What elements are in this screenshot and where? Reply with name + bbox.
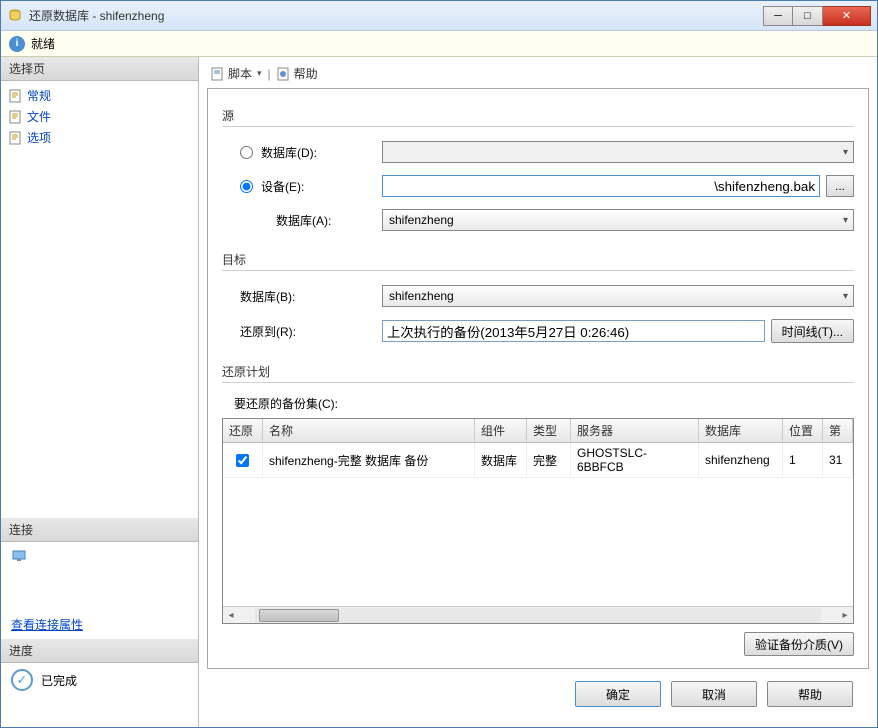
server-icon	[11, 548, 188, 564]
verify-backup-media-button[interactable]: 验证备份介质(V)	[744, 632, 854, 656]
ok-button[interactable]: 确定	[575, 681, 661, 707]
cell-database: shifenzheng	[699, 443, 783, 477]
window-title: 还原数据库 - shifenzheng	[29, 7, 763, 24]
sidebar-connection-header: 连接	[1, 518, 198, 542]
col-component[interactable]: 组件	[475, 419, 527, 442]
page-icon	[9, 89, 23, 103]
grid-body: shifenzheng-完整 数据库 备份 数据库 完整 GHOSTSLC-6B…	[223, 443, 853, 606]
source-database-dropdown[interactable]	[382, 141, 854, 163]
content-panel: 源 数据库(D): 设备(E):	[207, 88, 869, 669]
sidebar-page-list: 常规 文件 选项	[1, 81, 198, 152]
scroll-left-arrow[interactable]: ◂	[223, 608, 239, 623]
table-row[interactable]: shifenzheng-完整 数据库 备份 数据库 完整 GHOSTSLC-6B…	[223, 443, 853, 478]
source-db-label: 数据库(A):	[276, 212, 331, 229]
cell-position: 1	[783, 443, 823, 477]
cell-first: 31	[823, 443, 853, 477]
window-controls: ─ □ ✕	[763, 6, 871, 26]
help-button-footer[interactable]: 帮助	[767, 681, 853, 707]
close-button[interactable]: ✕	[823, 6, 871, 26]
cancel-button[interactable]: 取消	[671, 681, 757, 707]
source-device-radio[interactable]	[240, 180, 253, 193]
help-button[interactable]: 帮助	[277, 65, 318, 82]
col-database[interactable]: 数据库	[699, 419, 783, 442]
browse-device-button[interactable]: ...	[826, 175, 854, 197]
progress-area: ✓ 已完成	[1, 663, 198, 697]
toolbar-separator: |	[268, 67, 271, 81]
restore-to-row: 还原到(R): 时间线(T)...	[222, 319, 854, 343]
dialog-window: 还原数据库 - shifenzheng ─ □ ✕ i 就绪 选择页 常规 文件	[0, 0, 878, 728]
titlebar: 还原数据库 - shifenzheng ─ □ ✕	[1, 1, 877, 31]
script-button[interactable]: 脚本 ▾	[211, 65, 262, 82]
sidebar-item-label: 文件	[27, 108, 51, 125]
target-db-row: 数据库(B): shifenzheng	[222, 285, 854, 307]
grid-header: 还原 名称 组件 类型 服务器 数据库 位置 第	[223, 419, 853, 443]
main-panel: 脚本 ▾ | 帮助 源 数据库(D):	[199, 57, 877, 727]
restore-to-label: 还原到(R):	[240, 323, 296, 340]
status-text: 就绪	[31, 35, 55, 52]
source-group-label: 源	[222, 107, 854, 127]
horizontal-scrollbar[interactable]: ◂ ▸	[223, 606, 853, 623]
backupsets-grid: 还原 名称 组件 类型 服务器 数据库 位置 第 shifenzheng-完整 …	[222, 418, 854, 624]
toolbar: 脚本 ▾ | 帮助	[207, 63, 869, 88]
page-icon	[9, 131, 23, 145]
app-icon	[7, 8, 23, 24]
source-db-dropdown[interactable]: shifenzheng	[382, 209, 854, 231]
backupsets-label: 要还原的备份集(C):	[234, 395, 854, 412]
script-icon	[211, 67, 225, 81]
target-db-dropdown[interactable]: shifenzheng	[382, 285, 854, 307]
info-icon: i	[9, 36, 25, 52]
cell-name: shifenzheng-完整 数据库 备份	[263, 443, 475, 477]
col-restore[interactable]: 还原	[223, 419, 263, 442]
cell-component: 数据库	[475, 443, 527, 477]
col-first[interactable]: 第	[823, 419, 853, 442]
restore-to-input	[382, 320, 765, 342]
device-path-input[interactable]	[382, 175, 820, 197]
source-device-label: 设备(E):	[261, 178, 304, 195]
target-group-label: 目标	[222, 251, 854, 271]
status-bar: i 就绪	[1, 31, 877, 57]
cell-server: GHOSTSLC-6BBFCB	[571, 443, 699, 477]
dialog-footer: 确定 取消 帮助	[207, 669, 869, 719]
col-name[interactable]: 名称	[263, 419, 475, 442]
help-icon	[277, 67, 291, 81]
cell-type: 完整	[527, 443, 571, 477]
col-position[interactable]: 位置	[783, 419, 823, 442]
sidebar-item-label: 常规	[27, 87, 51, 104]
source-database-label: 数据库(D):	[261, 144, 317, 161]
maximize-button[interactable]: □	[793, 6, 823, 26]
col-server[interactable]: 服务器	[571, 419, 699, 442]
source-database-row: 数据库(D):	[222, 141, 854, 163]
sidebar-item-options[interactable]: 选项	[9, 127, 190, 148]
col-type[interactable]: 类型	[527, 419, 571, 442]
source-database-radio[interactable]	[240, 146, 253, 159]
sidebar: 选择页 常规 文件 选项 连接 查看	[1, 57, 199, 727]
connection-info	[1, 542, 198, 570]
scroll-thumb[interactable]	[259, 609, 339, 622]
progress-status-text: 已完成	[41, 672, 77, 689]
scroll-right-arrow[interactable]: ▸	[837, 608, 853, 623]
target-db-label: 数据库(B):	[240, 288, 295, 305]
page-icon	[9, 110, 23, 124]
sidebar-item-general[interactable]: 常规	[9, 85, 190, 106]
dialog-body: 选择页 常规 文件 选项 连接 查看	[1, 57, 877, 727]
plan-group-label: 还原计划	[222, 363, 854, 383]
sidebar-progress-header: 进度	[1, 639, 198, 663]
restore-checkbox[interactable]	[236, 454, 249, 467]
source-db-row: 数据库(A): shifenzheng	[222, 209, 854, 231]
timeline-button[interactable]: 时间线(T)...	[771, 319, 854, 343]
sidebar-pages-header: 选择页	[1, 57, 198, 81]
sidebar-item-files[interactable]: 文件	[9, 106, 190, 127]
sidebar-item-label: 选项	[27, 129, 51, 146]
source-device-row: 设备(E): ...	[222, 175, 854, 197]
progress-complete-icon: ✓	[11, 669, 33, 691]
minimize-button[interactable]: ─	[763, 6, 793, 26]
view-connection-properties-link[interactable]: 查看连接属性	[1, 610, 198, 639]
chevron-down-icon: ▾	[257, 68, 262, 79]
